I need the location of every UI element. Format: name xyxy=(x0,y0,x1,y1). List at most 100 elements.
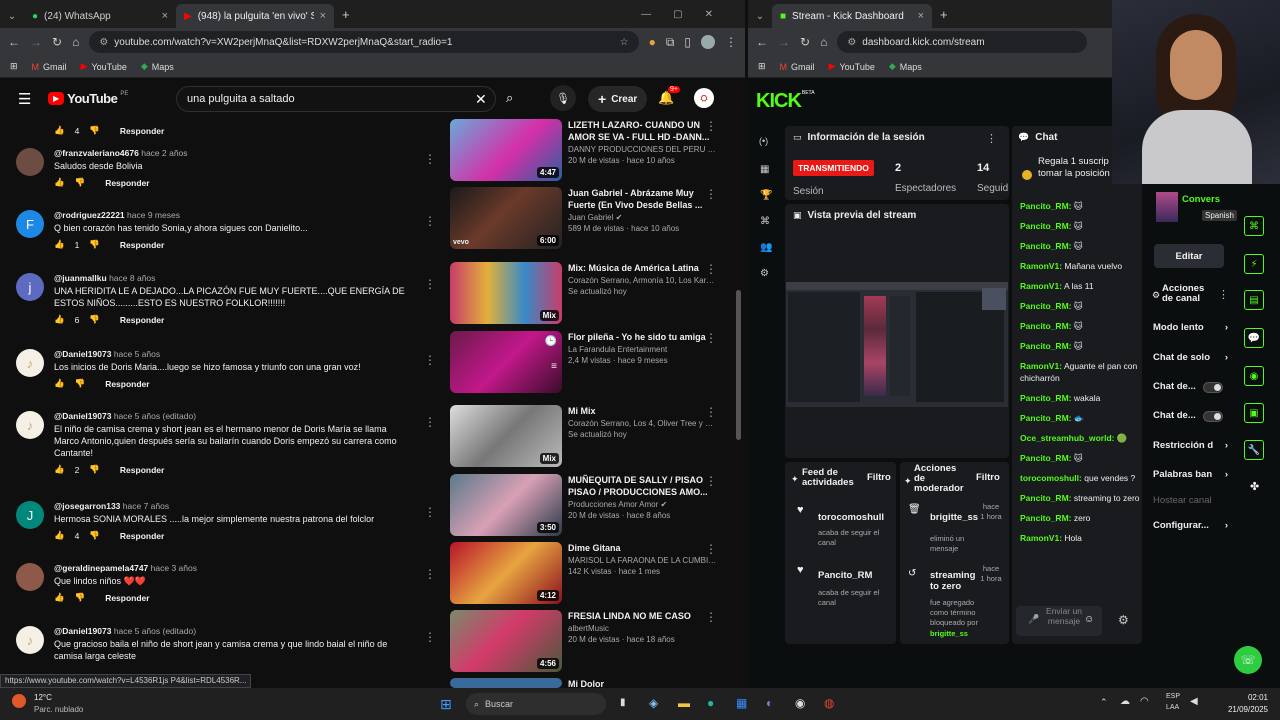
taskbar-obs-icon[interactable]: ◉ xyxy=(795,696,805,710)
chat-toggle-2[interactable] xyxy=(1203,411,1223,422)
address-bar[interactable]: ⚙ youtube.com/watch?v=XW2perjMnaQ&list=R… xyxy=(89,31,639,53)
watch-later-icon[interactable]: 🕒 xyxy=(545,336,557,347)
video-thumbnail[interactable]: 4:47 xyxy=(450,119,562,181)
video-thumbnail[interactable]: 🕒 ≡ xyxy=(450,331,562,393)
avatar[interactable] xyxy=(16,148,44,176)
bookmark-youtube[interactable]: ▶ YouTube xyxy=(829,61,875,72)
stream-category[interactable]: Convers xyxy=(1182,194,1222,205)
video-menu-icon[interactable]: ⋮ xyxy=(705,262,717,276)
clear-search-icon[interactable]: ✕ xyxy=(475,91,487,108)
reply-button[interactable]: Responder xyxy=(120,315,164,325)
action-configure[interactable]: Configurar... › xyxy=(1153,520,1228,531)
quick-action-monitor-icon[interactable]: ▣ xyxy=(1244,403,1264,423)
clock-date[interactable]: 21/09/2025 xyxy=(1218,705,1268,714)
tray-chevron-up-icon[interactable]: ⌃ xyxy=(1100,697,1108,708)
video-thumbnail[interactable]: 3:50 xyxy=(450,474,562,536)
stream-preview-video[interactable] xyxy=(786,282,1008,407)
extension-icon[interactable]: ● xyxy=(649,35,656,49)
dislike-icon[interactable]: 👎 xyxy=(89,464,100,475)
microphone-icon[interactable]: 🎙 xyxy=(550,85,576,111)
back-icon[interactable]: ← xyxy=(8,35,20,49)
like-icon[interactable]: 👍 xyxy=(54,177,65,188)
trophy-icon[interactable]: 🏆 xyxy=(760,190,772,201)
settings-icon[interactable]: ⚙ xyxy=(760,268,769,279)
youtube-logo[interactable]: ▶ YouTube PE xyxy=(48,91,128,106)
video-item[interactable]: Mix Mi Mix Corazón Serrano, Los 4, Oliver… xyxy=(450,405,735,471)
video-menu-icon[interactable]: ⋮ xyxy=(705,542,717,556)
video-menu-icon[interactable]: ⋮ xyxy=(705,474,717,488)
chat-input[interactable]: 🎤 Enviar un mensaje ☺ xyxy=(1016,606,1102,636)
taskbar-chrome-icon[interactable]: ◍ xyxy=(824,696,834,710)
quick-action-camera-icon[interactable]: ⌘ xyxy=(1244,216,1264,236)
weather-icon[interactable] xyxy=(12,694,26,708)
community-icon[interactable]: 👥 xyxy=(760,242,772,253)
video-thumbnail[interactable]: Mix xyxy=(450,262,562,324)
comment-menu-icon[interactable]: ⋮ xyxy=(424,214,436,228)
close-tab-icon[interactable]: × xyxy=(320,10,326,22)
tab-list-icon[interactable]: ⌄ xyxy=(0,11,24,22)
dislike-icon[interactable]: 👎 xyxy=(89,314,100,325)
video-thumbnail[interactable]: vevo 6:00 xyxy=(450,187,562,249)
avatar[interactable]: ♪ xyxy=(16,349,44,377)
video-item[interactable]: Mix Mix: Música de América Latina Corazón… xyxy=(450,262,735,328)
taskbar-task-view-icon[interactable]: ▮ xyxy=(620,697,626,708)
quick-action-tools-icon[interactable]: 🔧 xyxy=(1244,440,1264,460)
video-item[interactable]: 4:47 LIZETH LAZARO- CUANDO UN AMOR SE VA… xyxy=(450,119,735,185)
video-menu-icon[interactable]: ⋮ xyxy=(705,405,717,419)
bookmark-star-icon[interactable]: ☆ xyxy=(620,37,629,48)
comment-menu-icon[interactable]: ⋮ xyxy=(424,152,436,166)
back-icon[interactable]: ← xyxy=(756,35,768,49)
edit-button[interactable]: Editar xyxy=(1154,244,1224,268)
video-menu-icon[interactable]: ⋮ xyxy=(705,187,717,201)
taskbar-discord-icon[interactable]: ◐ xyxy=(766,696,773,710)
like-icon[interactable]: 👍 xyxy=(54,464,65,475)
like-icon[interactable]: 👍 xyxy=(54,592,65,603)
comment-menu-icon[interactable]: ⋮ xyxy=(424,353,436,367)
video-menu-icon[interactable]: ⋮ xyxy=(705,119,717,133)
mod-filter-button[interactable]: Filtro xyxy=(976,472,1000,483)
like-icon[interactable]: 👍 xyxy=(54,239,65,250)
stats-icon[interactable]: ▦ xyxy=(760,164,769,175)
quick-action-puzzle-icon[interactable]: ✤ xyxy=(1250,480,1259,493)
hamburger-menu-icon[interactable]: ☰ xyxy=(18,90,31,108)
action-banned-words[interactable]: Palabras ban › xyxy=(1153,469,1228,480)
video-item[interactable]: Mi Dolor xyxy=(450,678,735,688)
home-icon[interactable]: ⌂ xyxy=(820,35,827,49)
reload-icon[interactable]: ↻ xyxy=(52,35,62,49)
video-item[interactable]: 3:50 MUÑEQUITA DE SALLY / PISAO PISAO / … xyxy=(450,474,735,540)
collapse-nav-icon[interactable]: (•) xyxy=(759,136,768,146)
video-item[interactable]: 4:12 Dime Gitana MARISOL LA FARAONA DE LA… xyxy=(450,542,735,608)
avatar[interactable]: F xyxy=(16,210,44,238)
tab-kick-dashboard[interactable]: ■ Stream - Kick Dashboard × xyxy=(772,4,932,28)
avatar[interactable]: j xyxy=(16,273,44,301)
action-subscribers-chat[interactable]: Chat de solo › xyxy=(1153,352,1228,363)
address-bar[interactable]: ⚙ dashboard.kick.com/stream xyxy=(837,31,1088,53)
dislike-icon[interactable]: 👎 xyxy=(89,530,100,541)
comment-menu-icon[interactable]: ⋮ xyxy=(424,567,436,581)
new-tab-icon[interactable]: + xyxy=(342,7,350,22)
bookmark-gmail[interactable]: M Gmail xyxy=(780,62,815,72)
taskbar-edge-icon[interactable]: ● xyxy=(707,696,714,710)
puzzle-icon[interactable]: ⧉ xyxy=(666,35,675,50)
dislike-icon[interactable]: 👎 xyxy=(75,378,86,389)
bookmark-maps[interactable]: ◆ Maps xyxy=(141,61,174,72)
forward-icon[interactable]: → xyxy=(30,35,42,49)
like-icon[interactable]: 👍 xyxy=(54,530,65,541)
sidebar-icon[interactable]: ▯ xyxy=(684,35,691,49)
bookmark-gmail[interactable]: M Gmail xyxy=(32,62,67,72)
start-menu-icon[interactable]: ⊞ xyxy=(440,696,452,713)
dislike-icon[interactable]: 👎 xyxy=(75,177,86,188)
dislike-icon[interactable]: 👎 xyxy=(75,592,86,603)
video-thumbnail[interactable]: 4:56 xyxy=(450,610,562,672)
reply-button[interactable]: Responder xyxy=(105,593,149,603)
session-menu-icon[interactable]: ⋮ xyxy=(986,132,997,145)
like-icon[interactable]: 👍 xyxy=(54,125,65,136)
emoji-icon[interactable]: ☺ xyxy=(1084,614,1094,625)
comment-menu-icon[interactable]: ⋮ xyxy=(424,277,436,291)
video-menu-icon[interactable]: ⋮ xyxy=(705,610,717,624)
new-tab-icon[interactable]: + xyxy=(940,7,948,22)
avatar[interactable]: ♪ xyxy=(16,411,44,439)
reply-button[interactable]: Responder xyxy=(105,178,149,188)
reply-button[interactable]: Responder xyxy=(120,465,164,475)
comment-menu-icon[interactable]: ⋮ xyxy=(424,415,436,429)
